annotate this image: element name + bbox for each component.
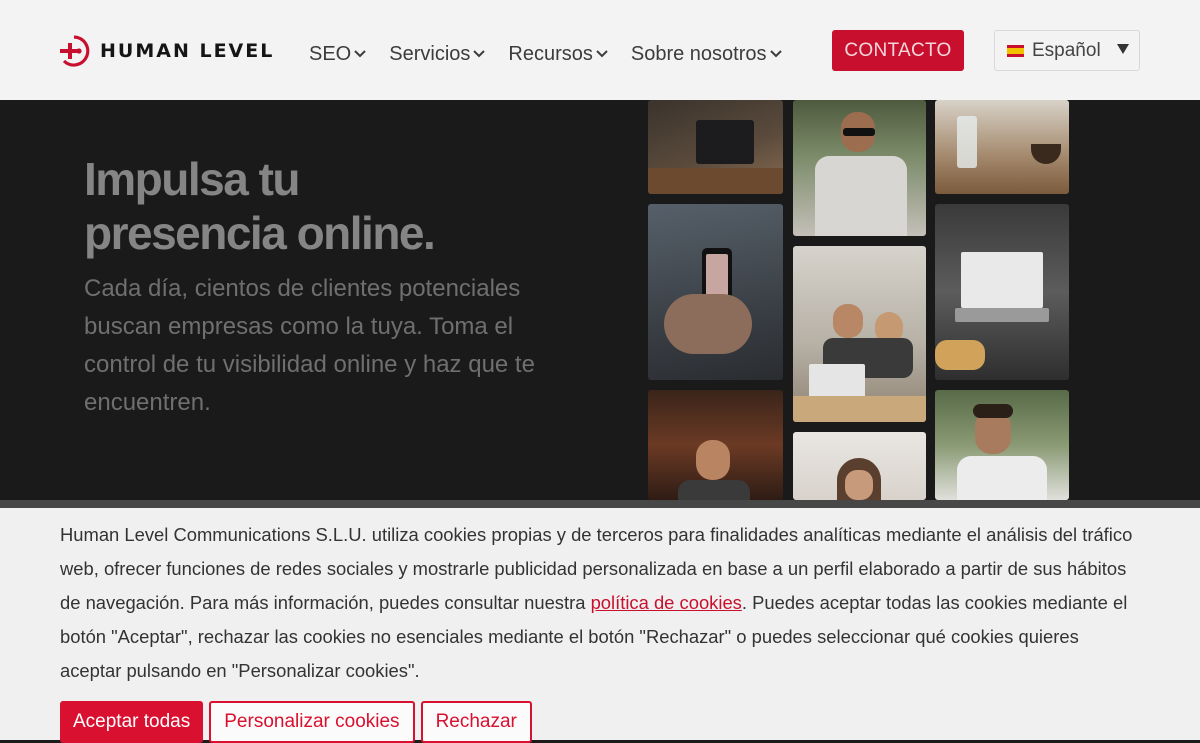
- nav-item-label: Recursos: [508, 43, 593, 65]
- language-label: Español: [1032, 39, 1101, 61]
- photo-hand-phone: [648, 204, 783, 380]
- nav-item-servicios[interactable]: Servicios: [389, 42, 486, 66]
- site-header: HUMAN LEVEL SEO Servicios Recursos Sobre…: [0, 0, 1200, 100]
- cookie-actions: Aceptar todas Personalizar cookies Recha…: [60, 701, 538, 743]
- nav-item-label: Sobre nosotros: [630, 43, 767, 65]
- hero-description: Cada día, cientos de clientes potenciale…: [84, 275, 535, 416]
- photo-woman-portrait: [793, 432, 926, 500]
- language-select[interactable]: Español: [994, 30, 1140, 71]
- banner-divider: [0, 500, 1200, 508]
- caret-down-icon: [1117, 44, 1129, 54]
- cookie-message: Human Level Communications S.L.U. utiliz…: [60, 518, 1140, 688]
- human-level-logo-icon: [60, 35, 90, 67]
- photo-desk-items: [935, 100, 1069, 194]
- nav-item-label: SEO: [309, 43, 352, 65]
- photo-laptop-table: [648, 100, 783, 194]
- reject-button[interactable]: Rechazar: [420, 701, 532, 743]
- accept-all-button[interactable]: Aceptar todas: [60, 701, 204, 743]
- cookie-banner: Human Level Communications S.L.U. utiliz…: [0, 508, 1200, 743]
- hero-title-line: presencia online.: [84, 207, 436, 259]
- photo-people-laptop-kitchen: [793, 246, 926, 422]
- photo-man-bearded: [935, 390, 1069, 500]
- nav-item-seo[interactable]: SEO: [309, 42, 367, 66]
- nav-item-label: Servicios: [389, 43, 471, 65]
- chevron-down-icon: [596, 50, 608, 58]
- photo-laptop-search: [935, 204, 1069, 380]
- spain-flag-icon: [1007, 44, 1024, 57]
- hero-section: Impulsa tu presencia online. Cada día, c…: [0, 100, 1200, 500]
- logo-text: HUMAN LEVEL: [100, 39, 275, 62]
- chevron-down-icon: [473, 50, 486, 58]
- cookie-policy-link[interactable]: política de cookies: [591, 592, 742, 613]
- hero-title: Impulsa tu presencia online.: [84, 152, 604, 260]
- hero-photo-grid: [648, 100, 1070, 500]
- nav-item-sobre-nosotros[interactable]: Sobre nosotros: [631, 42, 783, 66]
- photo-man-smiling: [648, 390, 783, 500]
- chevron-down-icon: [769, 50, 782, 58]
- customize-cookies-button[interactable]: Personalizar cookies: [209, 701, 415, 743]
- hero-title-line: Impulsa tu: [84, 153, 301, 205]
- main-nav: SEO Servicios Recursos Sobre nosotros: [309, 42, 805, 66]
- logo[interactable]: HUMAN LEVEL: [60, 34, 274, 68]
- photo-man-sunglasses: [793, 100, 926, 236]
- nav-item-recursos[interactable]: Recursos: [508, 42, 608, 66]
- contact-button[interactable]: CONTACTO: [832, 30, 964, 71]
- chevron-down-icon: [354, 50, 366, 58]
